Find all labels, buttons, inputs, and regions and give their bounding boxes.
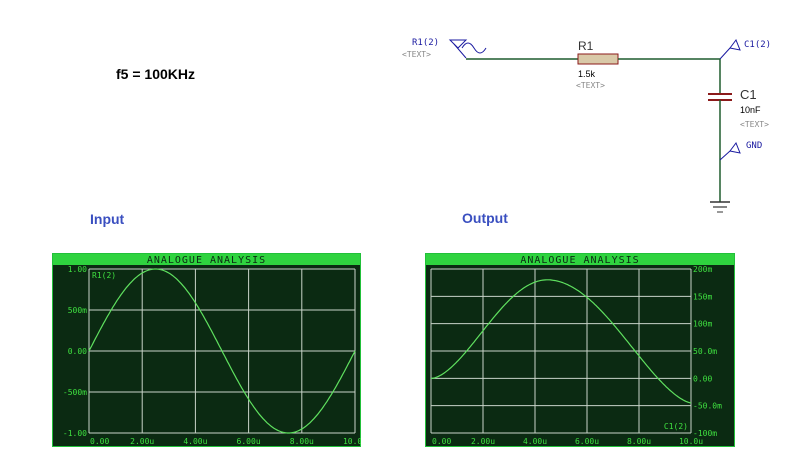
y-tick-label: 200m — [693, 265, 712, 274]
voltage-probe[interactable] — [719, 38, 741, 60]
ground-probe[interactable] — [719, 141, 741, 161]
resistor-name: R1 — [578, 39, 594, 53]
y-tick-label: 1.00 — [68, 265, 87, 274]
resistor-r1[interactable] — [577, 53, 619, 65]
x-tick-label: 8.00u — [290, 437, 314, 446]
resistor-text: <TEXT> — [576, 81, 605, 90]
y-tick-label: -1.00 — [63, 429, 87, 438]
probe-arrow-icon — [729, 38, 741, 51]
source-text: <TEXT> — [402, 50, 431, 59]
y-tick-label: 100m — [693, 320, 712, 329]
frequency-label: f5 = 100KHz — [116, 66, 195, 82]
capacitor-text: <TEXT> — [740, 120, 769, 129]
x-tick-label: 10.0u — [679, 437, 703, 446]
y-tick-label: 0.00 — [693, 374, 712, 383]
ground-probe-arrow-icon — [729, 141, 741, 154]
graph-background — [425, 253, 735, 447]
x-tick-label: 4.00u — [523, 437, 547, 446]
x-tick-label: 2.00u — [471, 437, 495, 446]
y-tick-label: -500m — [63, 388, 87, 397]
source-arrow-icon — [448, 39, 468, 49]
source-terminal[interactable] — [448, 39, 487, 59]
x-tick-label: 8.00u — [627, 437, 651, 446]
capacitor-name: C1 — [740, 87, 757, 102]
trace-label: C1(2) — [664, 422, 688, 431]
x-tick-label: 10.0u — [343, 437, 361, 446]
x-tick-label: 6.00u — [575, 437, 599, 446]
x-tick-label: 0.00 — [90, 437, 109, 446]
input-section-label: Input — [90, 211, 125, 227]
x-tick-label: 0.00 — [432, 437, 451, 446]
y-tick-label: 50.0m — [693, 347, 717, 356]
y-tick-label: -50.0m — [693, 402, 722, 411]
rc-schematic: R1(2) <TEXT> R1 1.5k <TEXT> C1(2) C1 10n… — [402, 38, 771, 213]
ground-label: GND — [746, 141, 762, 151]
y-tick-label: 500m — [68, 306, 87, 315]
y-tick-label: 0.00 — [68, 347, 87, 356]
graph-title: ANALOGUE ANALYSIS — [520, 255, 639, 266]
input-graph[interactable]: ANALOGUE ANALYSIS1.00500m0.00-500m-1.000… — [52, 253, 361, 447]
x-tick-label: 2.00u — [130, 437, 154, 446]
resistor-value: 1.5k — [578, 69, 596, 79]
sine-source-icon — [461, 42, 487, 54]
ground-icon — [710, 201, 730, 213]
graph-title: ANALOGUE ANALYSIS — [147, 255, 266, 266]
capacitor-c1[interactable] — [708, 93, 732, 101]
x-tick-label: 6.00u — [237, 437, 261, 446]
output-section-label: Output — [462, 210, 508, 226]
capacitor-value: 10nF — [740, 105, 761, 115]
source-label: R1(2) — [412, 38, 439, 48]
probe-label: C1(2) — [744, 40, 771, 50]
trace-label: R1(2) — [92, 271, 116, 280]
y-tick-label: 150m — [693, 292, 712, 301]
x-tick-label: 4.00u — [183, 437, 207, 446]
output-graph[interactable]: ANALOGUE ANALYSIS 200m 150m 100m 50.0m 0.00 -5… — [425, 253, 735, 447]
